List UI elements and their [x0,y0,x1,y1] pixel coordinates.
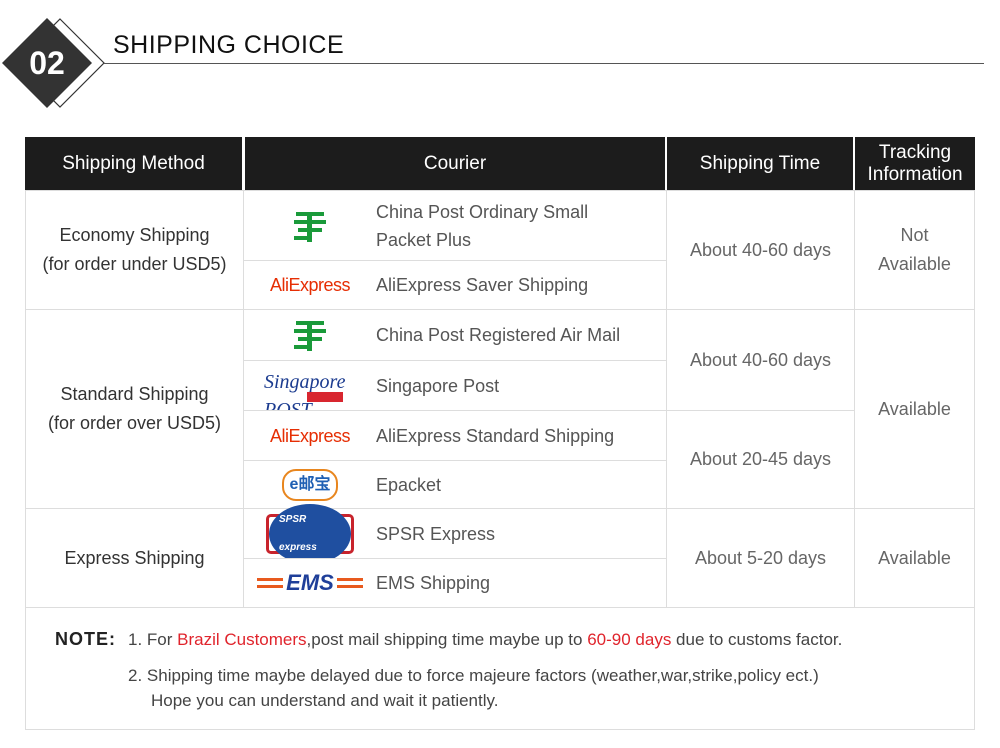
courier-row: AliExpress AliExpress Standard Shipping [243,410,667,461]
courier-row: Singapore POST Singapore Post [243,360,667,421]
ems-logo: EMS [244,569,376,597]
tracking-info: Available [854,309,975,509]
note-label: NOTE: [55,629,116,649]
header-shipping-method: Shipping Method [25,137,242,190]
method-note: (for order over USD5) [47,413,222,433]
spsr-logo: SPSR express [244,503,376,564]
epacket-logo: e邮宝 [244,468,376,501]
note-text: 1. For [128,630,178,649]
note-line-2: 2. Shipping time maybe delayed due to fo… [128,666,819,685]
courier-name: Singapore Post [376,375,500,396]
method-note: (for order under USD5) [42,254,227,274]
aliexpress-logo: AliExpress [269,425,351,446]
method-name: Economy Shipping [59,225,210,245]
note-text: due to customs factor. [671,630,843,649]
note-text: ,post mail shipping time maybe up to [306,630,588,649]
tracking-info: Not Available [854,190,975,310]
courier-name: SPSR Express [376,523,496,544]
shipping-time: About 40-60 days [666,190,855,310]
method-name: Express Shipping [64,547,205,568]
shipping-time: About 40-60 days [666,309,855,411]
method-express: Express Shipping [25,508,244,608]
courier-row: e邮宝 Epacket [243,460,667,509]
courier-name: EMS Shipping [376,573,491,593]
china-post-logo [244,208,376,244]
courier-row: EMS EMS Shipping [243,558,667,608]
china-post-logo [244,317,376,353]
courier-row: China Post Ordinary Small Packet Plus [243,190,667,261]
courier-row: AliExpress AliExpress Saver Shipping [243,260,667,310]
shipping-time: About 20-45 days [666,410,855,509]
header-shipping-time: Shipping Time [667,137,853,190]
courier-name: Epacket [376,474,442,495]
title-divider [104,63,984,64]
highlight-days: 60-90 days [587,630,672,649]
header-courier: Courier [245,137,665,190]
tracking-info: Available [854,508,975,608]
note-line-3: Hope you can understand and wait it pati… [151,691,499,710]
header-tracking: Tracking Information [855,137,975,190]
courier-name: China Post Ordinary Small Packet Plus [376,201,589,250]
section-number: 02 [29,45,65,81]
note-line-1: 1. For Brazil Customers,post mail shippi… [128,630,842,650]
courier-name: AliExpress Standard Shipping [376,425,615,446]
section-title: SHIPPING CHOICE [113,31,345,59]
courier-row: SPSR express SPSR Express [243,503,667,564]
aliexpress-logo: AliExpress [269,275,351,295]
courier-name: China Post Registered Air Mail [376,325,621,345]
singapore-post-logo: Singapore POST [244,368,376,421]
courier-row: China Post Registered Air Mail [243,309,667,361]
shipping-time: About 5-20 days [666,508,855,608]
courier-name: AliExpress Saver Shipping [376,275,589,295]
highlight-brazil: Brazil Customers [177,630,307,649]
method-economy: Economy Shipping (for order under USD5) [25,190,244,310]
method-name: Standard Shipping [60,384,209,404]
method-standard: Standard Shipping (for order over USD5) [25,309,244,509]
